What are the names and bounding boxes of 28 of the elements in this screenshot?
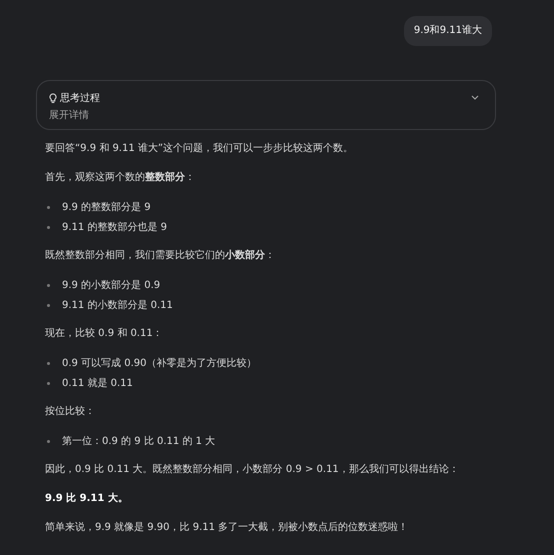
answer-paragraph: 简单来说，9.9 就像是 9.90，比 9.11 多了一大截，别被小数点后的位数迷惑啦！	[45, 520, 410, 535]
answer-paragraph: 现在，比较 0.9 和 0.11：	[45, 326, 164, 341]
chevron-icon	[471, 95, 479, 100]
answer-paragraph: 首先，观察这两个数的整数部分：	[45, 170, 196, 185]
thinking-panel[interactable]: 思考过程 展开详情	[36, 80, 496, 130]
conclusion-text: 9.9 比 9.11 大。	[45, 492, 129, 506]
bullet-dot	[47, 226, 50, 228]
user-message: 9.9和9.11谁大	[404, 16, 492, 46]
bullet-text: 9.9 的整数部分是 9	[62, 200, 151, 214]
bullet-dot	[47, 304, 50, 306]
bullet-text: 9.11 的整数部分也是 9	[62, 220, 167, 234]
answer-paragraph: 要回答“9.9 和 9.11 谁大”这个问题，我们可以一步步比较这两个数。	[45, 142, 354, 156]
bullet-text: 第一位：0.9 的 9 比 0.11 的 1 大	[62, 434, 216, 448]
answer-paragraph: 因此，0.9 比 0.11 大。既然整数部分相同，小数部分 0.9 > 0.11，那么我们可以得出结论：	[45, 462, 460, 477]
lightbulb-icon	[49, 92, 57, 104]
bullet-text: 9.11 的小数部分是 0.11	[62, 298, 173, 312]
bullet-dot	[47, 362, 50, 364]
answer-paragraph: 既然整数部分相同，我们需要比较它们的小数部分：	[45, 248, 276, 263]
bullet-text: 0.9 可以写成 0.90（补零是为了方便比较）	[62, 356, 257, 370]
answer-paragraph: 按位比较：	[45, 404, 96, 419]
bullet-text: 9.9 的小数部分是 0.9	[62, 278, 160, 292]
bullet-dot	[47, 382, 50, 384]
thinking-subtitle: 展开详情	[49, 108, 90, 122]
bullet-text: 0.11 就是 0.11	[62, 376, 133, 390]
thinking-title: 思考过程	[60, 92, 100, 105]
bullet-dot	[47, 284, 50, 286]
bullet-dot	[47, 440, 50, 442]
bullet-dot	[47, 206, 50, 208]
